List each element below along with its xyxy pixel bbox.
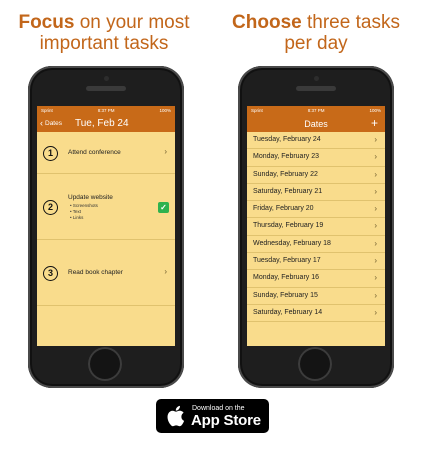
- task-number-badge: 2: [43, 199, 58, 215]
- phone-frame-left: Sprint 8:37 PM 100% ‹ Dates Tue, Feb 24 …: [28, 66, 184, 388]
- carrier-label: Sprint: [41, 108, 53, 113]
- task-row[interactable]: 2 Update website ScreenshotsTextLinks ✓: [37, 174, 175, 240]
- chevron-right-icon: ›: [374, 221, 377, 231]
- status-bar: Sprint 8:37 PM 100%: [37, 106, 175, 115]
- date-list: Tuesday, February 24 › Monday, February 23…: [247, 132, 385, 323]
- chevron-right-icon: ›: [374, 186, 377, 196]
- date-row[interactable]: Monday, February 23 ›: [247, 149, 385, 167]
- camera-icon: [314, 76, 319, 81]
- battery-label: 100%: [369, 108, 381, 113]
- page-title: Dates: [304, 118, 328, 129]
- chevron-right-icon: ›: [374, 169, 377, 179]
- date-row[interactable]: Thursday, February 19 ›: [247, 218, 385, 236]
- date-row[interactable]: Saturday, February 14 ›: [247, 305, 385, 323]
- chevron-right-icon: ›: [374, 135, 377, 144]
- speaker-grille: [86, 86, 126, 91]
- headline-emphasis: Choose: [232, 12, 302, 33]
- badge-line1: Download on the: [192, 405, 245, 412]
- task-number-badge: 3: [43, 265, 58, 281]
- task-title: Update website: [68, 194, 113, 201]
- dates-navbar: Dates +: [247, 115, 385, 132]
- home-button[interactable]: [88, 347, 122, 381]
- headline-emphasis: Focus: [18, 12, 75, 33]
- chevron-right-icon: ›: [164, 267, 167, 276]
- phone-frame-right: Sprint 8:37 PM 100% Dates + Tuesday, Feb…: [238, 66, 394, 388]
- date-row[interactable]: Tuesday, February 17 ›: [247, 253, 385, 271]
- page-title: Tue, Feb 24: [74, 118, 129, 129]
- status-bar: Sprint 8:37 PM 100%: [247, 106, 385, 115]
- task-title: Read book chapter: [68, 269, 123, 276]
- clock-label: 8:37 PM: [97, 108, 115, 113]
- tasks-screen: Sprint 8:37 PM 100% ‹ Dates Tue, Feb 24 …: [37, 106, 175, 346]
- date-row[interactable]: Sunday, February 22 ›: [247, 167, 385, 184]
- back-label: Dates: [45, 120, 62, 127]
- headline-rest: three tasks per day: [284, 12, 400, 54]
- task-row[interactable]: 3 Read book chapter ›: [37, 240, 175, 306]
- date-row[interactable]: Tuesday, February 24 ›: [247, 132, 385, 150]
- date-row[interactable]: Sunday, February 15 ›: [247, 288, 385, 305]
- chevron-right-icon: ›: [374, 238, 377, 248]
- camera-icon: [104, 76, 109, 81]
- date-label: Friday, February 20: [253, 205, 314, 213]
- date-label: Wednesday, February 18: [253, 239, 331, 247]
- add-button[interactable]: +: [371, 115, 378, 132]
- date-label: Sunday, February 22: [253, 170, 318, 178]
- chevron-right-icon: ›: [374, 307, 377, 317]
- task-title: Attend conference: [68, 149, 121, 156]
- dates-screen: Sprint 8:37 PM 100% Dates + Tuesday, Feb…: [247, 106, 385, 346]
- chevron-right-icon: ›: [374, 256, 377, 266]
- task-number-badge: 1: [43, 145, 58, 161]
- date-label: Monday, February 23: [253, 153, 320, 161]
- date-label: Tuesday, February 24: [253, 136, 321, 143]
- badge-line2: App Store: [191, 412, 261, 429]
- date-row[interactable]: Friday, February 20 ›: [247, 201, 385, 219]
- date-label: Sunday, February 15: [253, 291, 318, 299]
- date-row[interactable]: Wednesday, February 18 ›: [247, 236, 385, 254]
- chevron-right-icon: ›: [374, 152, 377, 162]
- checkmark-icon[interactable]: ✓: [158, 201, 169, 213]
- task-subitem: Links: [70, 215, 98, 221]
- clock-label: 8:37 PM: [307, 108, 325, 113]
- date-label: Saturday, February 21: [253, 187, 323, 195]
- battery-label: 100%: [159, 108, 171, 113]
- chevron-right-icon: ›: [374, 273, 377, 283]
- date-row[interactable]: Saturday, February 21 ›: [247, 184, 385, 202]
- chevron-right-icon: ›: [374, 204, 377, 214]
- carrier-label: Sprint: [251, 108, 263, 113]
- task-list: 1 Attend conference › 2 Update website Screen…: [37, 132, 175, 306]
- task-row[interactable]: 1 Attend conference ›: [37, 132, 175, 174]
- task-subitems: ScreenshotsTextLinks: [70, 203, 98, 221]
- back-button[interactable]: ‹ Dates: [37, 119, 62, 128]
- chevron-right-icon: ›: [374, 290, 377, 300]
- app-store-badge[interactable]: Download on the App Store: [156, 399, 269, 433]
- date-row[interactable]: Monday, February 16 ›: [247, 270, 385, 288]
- headline-choose: Choose three tasks per day: [216, 12, 416, 54]
- date-label: Tuesday, February 17: [253, 257, 321, 265]
- headline-focus: Focus on your most important tasks: [4, 12, 204, 54]
- speaker-grille: [296, 86, 336, 91]
- apple-logo-icon: [167, 405, 185, 427]
- chevron-left-icon: ‹: [40, 118, 43, 128]
- tasks-navbar: ‹ Dates Tue, Feb 24: [37, 115, 175, 132]
- chevron-right-icon: ›: [164, 147, 167, 156]
- date-label: Monday, February 16: [253, 274, 320, 282]
- home-button[interactable]: [298, 347, 332, 381]
- date-label: Saturday, February 14: [253, 308, 323, 316]
- date-label: Thursday, February 19: [253, 222, 324, 230]
